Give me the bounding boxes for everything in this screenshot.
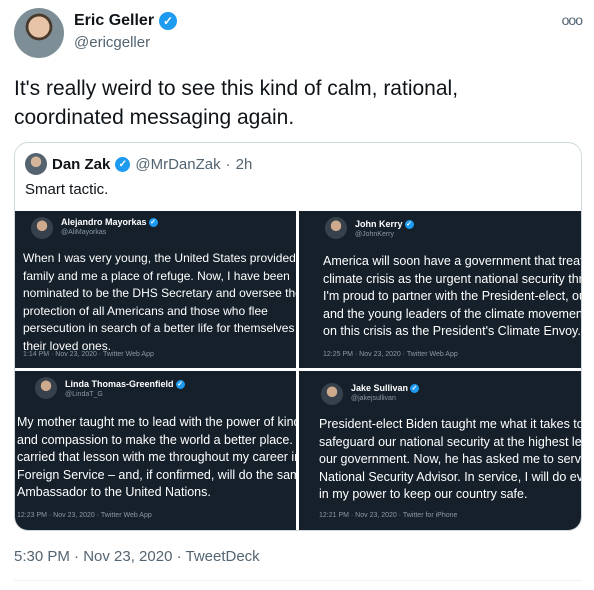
separator-dot: · [225, 155, 231, 173]
panel-handle: @jakejsullivan [351, 395, 396, 402]
tweet-text: It's really weird to see this kind of ca… [14, 74, 574, 132]
tweet-text-line: It's really weird to see this kind of ca… [14, 77, 459, 100]
verified-badge-icon: ✓ [159, 12, 178, 30]
quoted-author-name: Dan Zak [52, 155, 111, 173]
verified-badge-icon: ✓ [410, 384, 420, 394]
verified-badge-icon: ✓ [404, 220, 414, 230]
panel-name: Linda Thomas-Greenfield ✓ [65, 379, 185, 390]
panel-avatar [321, 383, 343, 405]
panel-avatar [325, 217, 347, 239]
quoted-tweet-header: Dan Zak ✓ @MrDanZak · 2h [25, 153, 252, 175]
panel-meta: 12:23 PM · Nov 23, 2020 · Twitter Web Ap… [17, 512, 152, 519]
quoted-author-avatar [25, 153, 47, 175]
tweet-timestamp-source[interactable]: 5:30 PM · Nov 23, 2020 · TweetDeck [14, 548, 260, 565]
panel-name: Alejandro Mayorkas ✓ [61, 217, 158, 228]
author-name-row: Eric Geller ✓ [74, 12, 178, 30]
panel-body: America will soon have a government that… [323, 254, 581, 338]
quoted-author-handle: @MrDanZak [135, 155, 221, 173]
screenshot-panel-kerry[interactable]: John Kerry ✓ @JohnKerry America will soon… [299, 211, 581, 368]
panel-body: When I was very young, the United States… [23, 251, 296, 353]
screenshot-panel-mayorkas[interactable]: Alejandro Mayorkas ✓ @AliMayorkas When I … [15, 211, 296, 368]
divider [14, 580, 582, 581]
panel-name: John Kerry ✓ [355, 219, 414, 230]
panel-avatar [31, 217, 53, 239]
tweet-text-line: coordinated messaging again. [14, 106, 295, 129]
screenshot-panel-thomas-greenfield[interactable]: Linda Thomas-Greenfield ✓ @LindaT_G My mo… [15, 371, 296, 530]
panel-handle: @LindaT_G [65, 391, 103, 398]
panel-meta: 12:21 PM · Nov 23, 2020 · Twitter for iP… [319, 512, 458, 519]
panel-handle: @JohnKerry [355, 231, 395, 238]
screenshot-panel-sullivan[interactable]: Jake Sullivan ✓ @jakejsullivan President-… [299, 371, 581, 530]
panel-body: President-elect Biden taught me what it … [319, 417, 581, 501]
verified-badge-icon: ✓ [175, 380, 185, 390]
more-options-icon[interactable]: ooo [562, 12, 583, 28]
panel-meta: 1:14 PM · Nov 23, 2020 · Twitter Web App [23, 351, 154, 358]
panel-meta: 12:25 PM · Nov 23, 2020 · Twitter Web Ap… [323, 351, 458, 358]
quoted-tweet-image-grid: Alejandro Mayorkas ✓ @AliMayorkas When I … [15, 211, 581, 530]
quoted-tweet-time: 2h [235, 155, 253, 173]
author-handle[interactable]: @ericgeller [74, 34, 150, 51]
verified-badge-icon: ✓ [148, 218, 158, 228]
panel-avatar [35, 377, 57, 399]
verified-badge-icon: ✓ [115, 156, 131, 172]
panel-handle: @AliMayorkas [61, 229, 107, 236]
panel-name: Jake Sullivan ✓ [351, 383, 420, 394]
quoted-tweet-card[interactable]: Dan Zak ✓ @MrDanZak · 2h Smart tactic. A… [14, 142, 582, 531]
quoted-tweet-text: Smart tactic. [25, 181, 109, 198]
author-name[interactable]: Eric Geller [74, 12, 154, 30]
panel-body: My mother taught me to lead with the pow… [17, 415, 296, 499]
author-avatar[interactable] [14, 8, 64, 58]
